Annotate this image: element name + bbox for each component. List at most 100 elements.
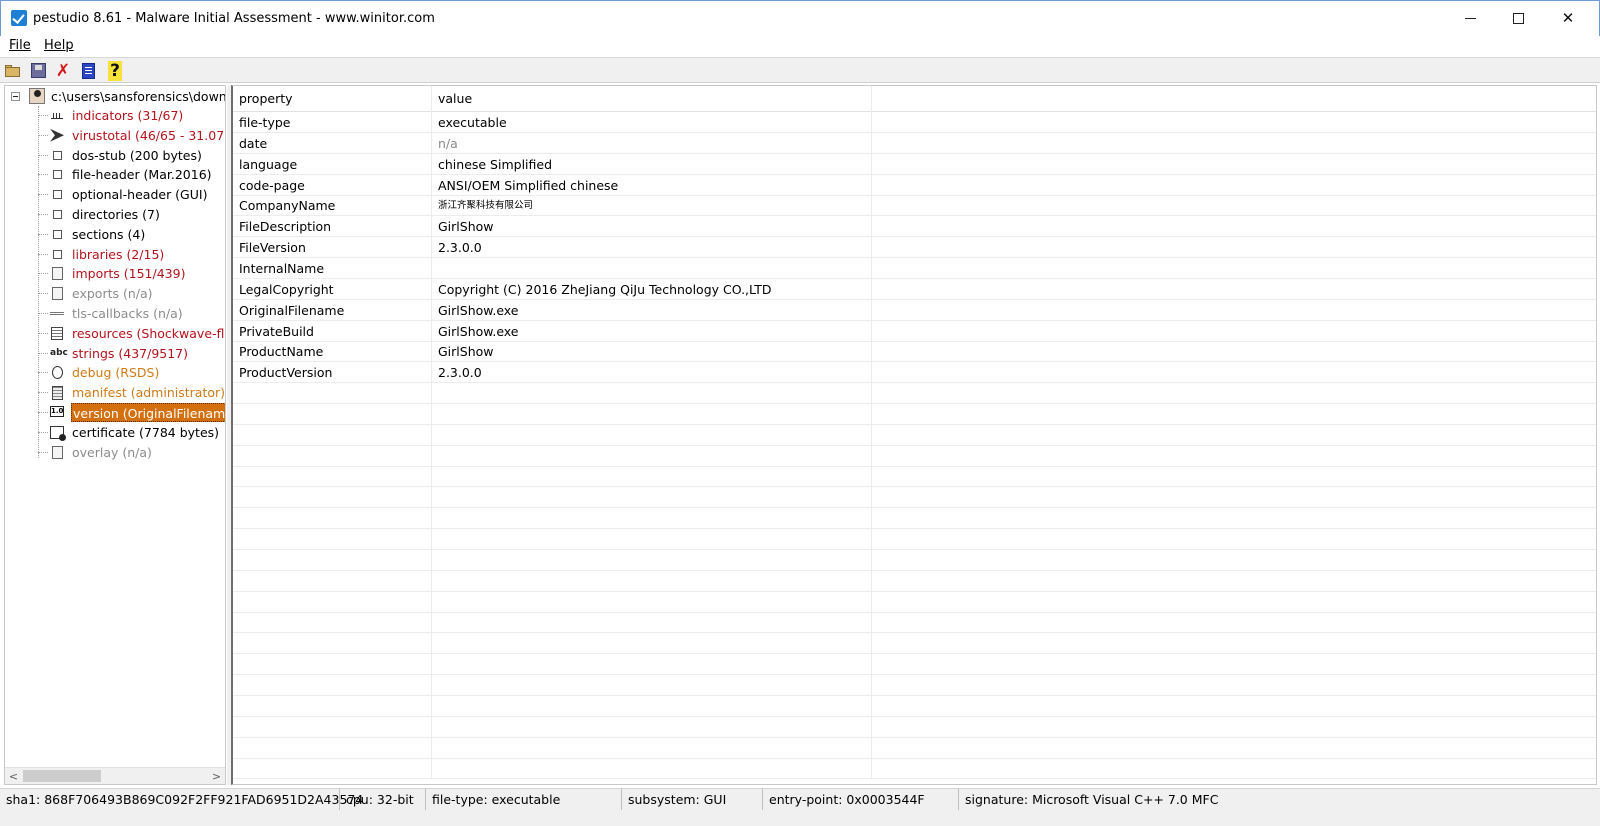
empty-cell (871, 612, 1596, 634)
property-value-cell: 浙江齐聚科技有限公司 (431, 195, 871, 217)
property-row[interactable]: date n/a (233, 132, 1596, 154)
tree-panel: c:\users\sansforensics\downlo indicators… (4, 85, 226, 785)
property-value-cell (431, 445, 871, 467)
property-row[interactable]: language chinese Simplified (233, 153, 1596, 175)
close-icon: ✕ (1561, 9, 1575, 27)
save-button[interactable] (30, 62, 48, 80)
property-name-cell (233, 508, 431, 529)
column-header-property[interactable]: property (233, 86, 431, 112)
scroll-left-icon[interactable]: < (5, 768, 22, 784)
column-header-empty (871, 86, 1596, 112)
scrollbar-thumb[interactable] (23, 770, 101, 782)
close-file-button[interactable]: ✗ (54, 62, 72, 80)
tree-item-label: version (OriginalFilename) (71, 403, 225, 422)
empty-cell (871, 570, 1596, 592)
empty-cell (871, 299, 1596, 321)
empty-cell (871, 362, 1596, 384)
empty-cell (871, 654, 1596, 676)
property-row[interactable]: OriginalFilename GirlShow.exe (233, 299, 1596, 321)
property-value-cell (431, 466, 871, 488)
property-name-cell: language (239, 156, 298, 172)
property-name-cell (233, 696, 431, 717)
empty-row (233, 716, 1596, 738)
empty-cell (871, 695, 1596, 717)
tree-item-label: imports (151/439) (72, 266, 186, 282)
page-icon (50, 445, 64, 459)
property-row[interactable]: PrivateBuild GirlShow.exe (233, 320, 1596, 342)
property-row[interactable]: CompanyName 浙江齐聚科技有限公司 (233, 195, 1596, 217)
property-name-cell: LegalCopyright (239, 281, 334, 297)
tree-item-label: indicators (31/67) (72, 108, 184, 123)
column-header-value[interactable]: value (431, 86, 871, 112)
tree-item-label: virustotal (46/65 - 31.07.20 (72, 127, 225, 143)
version-icon: 1.0 (50, 406, 64, 417)
tree-item-label: sections (4) (72, 226, 146, 242)
square-icon (50, 208, 64, 221)
property-name-cell (233, 592, 431, 613)
tree-item-label: exports (n/a) (72, 286, 153, 302)
property-value-cell (431, 257, 871, 279)
bars-icon (50, 109, 64, 122)
menu-file[interactable]: File (9, 38, 31, 53)
tree-horizontal-scrollbar[interactable]: < > (5, 767, 225, 784)
empty-cell (871, 132, 1596, 154)
square-icon (50, 188, 64, 201)
open-file-button[interactable] (4, 62, 22, 80)
report-button[interactable] (80, 62, 98, 80)
property-name-cell: ProductVersion (239, 365, 333, 381)
property-row[interactable]: ProductVersion 2.3.0.0 (233, 362, 1596, 384)
property-name-cell (233, 466, 431, 487)
empty-row (233, 654, 1596, 676)
property-name-cell (233, 529, 431, 550)
page-icon (50, 267, 64, 281)
collapse-icon[interactable] (11, 92, 20, 101)
property-row[interactable]: InternalName (233, 257, 1596, 279)
property-name-cell (233, 404, 431, 425)
help-button[interactable]: ? (106, 61, 124, 81)
status-entry-point: entry-point: 0x0003544F (763, 789, 959, 811)
property-value-cell (431, 570, 871, 592)
tree-item-label: certificate (7784 bytes) (72, 424, 220, 440)
virustotal-icon (50, 128, 64, 142)
report-icon (82, 63, 95, 79)
empty-row (233, 737, 1596, 759)
scroll-right-icon[interactable]: > (208, 768, 225, 784)
menu-help[interactable]: Help (44, 38, 74, 53)
property-row[interactable]: LegalCopyright Copyright (C) 2016 ZheJian… (233, 278, 1596, 300)
property-name-cell: file-type (239, 115, 291, 130)
maximize-icon (1512, 12, 1524, 24)
property-row[interactable]: code-page ANSI/OEM Simplified chinese (233, 174, 1596, 196)
close-window-button[interactable]: ✕ (1545, 1, 1591, 35)
property-value-cell (431, 508, 871, 530)
status-cpu: cpu: 32-bit (340, 789, 426, 811)
empty-row (233, 758, 1596, 780)
property-value-cell (431, 716, 871, 738)
empty-cell (871, 591, 1596, 613)
property-value-cell: ANSI/OEM Simplified chinese (431, 174, 871, 196)
manifest-icon (50, 386, 64, 401)
property-name-cell (233, 654, 431, 675)
empty-cell (871, 341, 1596, 363)
key-icon (50, 307, 64, 320)
save-disk-icon (31, 63, 46, 78)
maximize-button[interactable] (1495, 1, 1541, 35)
minimize-icon (1464, 17, 1476, 19)
empty-cell (871, 216, 1596, 238)
empty-cell (871, 320, 1596, 342)
abc-icon: abc (50, 347, 68, 358)
minimize-button[interactable] (1447, 1, 1493, 35)
empty-cell (871, 174, 1596, 196)
empty-row (233, 508, 1596, 530)
property-value-cell (431, 549, 871, 571)
property-row[interactable]: FileDescription GirlShow (233, 216, 1596, 238)
empty-cell (871, 383, 1596, 405)
property-grid: property value file-type executable date n/… (231, 85, 1597, 785)
empty-row (233, 695, 1596, 717)
empty-cell (871, 466, 1596, 488)
property-row[interactable]: file-type executable (233, 112, 1596, 133)
property-row[interactable]: ProductName GirlShow (233, 341, 1596, 363)
property-value-cell (431, 487, 871, 509)
property-row[interactable]: FileVersion 2.3.0.0 (233, 237, 1596, 259)
red-x-icon: ✗ (55, 61, 71, 81)
status-signature: signature: Microsoft Visual C++ 7.0 MFC (965, 792, 1219, 807)
